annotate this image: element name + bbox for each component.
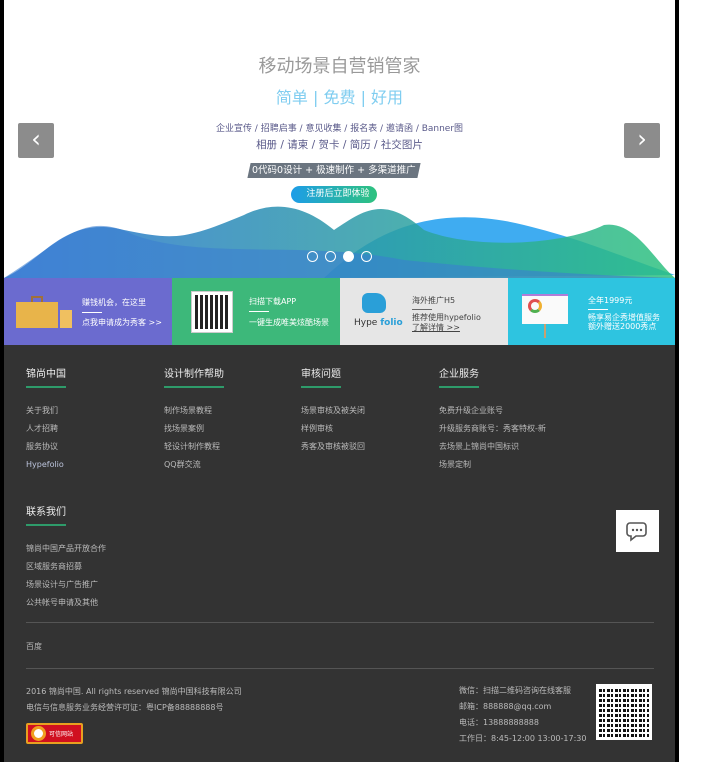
promo-card-title: 扫描下载APP (249, 297, 297, 306)
divider (249, 311, 269, 312)
hero-tagline: 简单 | 免费 | 好用 (275, 88, 404, 107)
footer-link[interactable]: 免费升级企业账号 (439, 402, 546, 420)
divider (588, 309, 608, 310)
footer-link[interactable]: 锦尚中国产品开放合作 (26, 540, 106, 558)
easel-leg-icon (544, 324, 546, 338)
chat-bubble-icon (625, 522, 647, 542)
footer-link[interactable]: 轻设计制作教程 (164, 438, 224, 456)
footer-link[interactable]: 公共帐号申请及其他 (26, 594, 106, 612)
trusted-site-badge[interactable]: 可信网站 (26, 723, 83, 744)
heading-underline (26, 386, 66, 388)
carousel-dot[interactable] (325, 251, 336, 262)
footer-link[interactable]: 场景设计与广告推广 (26, 576, 106, 594)
chat-button[interactable] (616, 510, 659, 552)
footer-column-enterprise: 企业服务 免费升级企业账号 升级服务商账号：秀客特权-新 去场景上锦尚中国标识 … (439, 365, 546, 474)
footer-column-contact: 联系我们 锦尚中国产品开放合作 区域服务商招募 场景设计与广告推广 公共帐号申请… (26, 503, 106, 612)
heading-underline (164, 386, 224, 388)
heading-underline (439, 386, 479, 388)
hero-title: 移动场景自营销管家 (258, 56, 421, 77)
footer-link[interactable]: 去场景上锦尚中国标识 (439, 438, 546, 456)
logo-text-hype: Hype (354, 318, 378, 328)
hero-types-line1: 企业宣传 / 招聘启事 / 意见收集 / 报名表 / 邀请函 / Banner图 (215, 124, 464, 134)
donut-chart-icon (528, 299, 542, 313)
footer-link[interactable]: 升级服务商账号：秀客特权-新 (439, 420, 546, 438)
promo-card-hypefolio[interactable]: Hype folio 海外推广H5 推荐使用hypefolio 了解详情 >> (340, 278, 508, 345)
divider (26, 668, 654, 669)
qr-pattern-icon (599, 687, 649, 737)
promo-card-vip[interactable]: 全年1999元 畅享易企秀增值服务 额外赠送2000秀点 (508, 278, 675, 345)
divider (82, 312, 102, 313)
heading-underline (26, 524, 66, 526)
footer-link[interactable]: 关于我们 (26, 402, 66, 420)
logo-text-folio: folio (380, 318, 403, 328)
register-cta-button[interactable]: 注册后立即体验 (291, 186, 377, 203)
coins-icon (60, 310, 72, 328)
wave-graphic (4, 206, 675, 278)
window-border-right (675, 0, 679, 762)
phone-info: 电话：13888888888 (459, 718, 539, 727)
icp-license: 电信与信息服务业务经营许可证：粤ICP备88888888号 (26, 703, 224, 712)
footer-link[interactable]: 场景定制 (439, 456, 546, 474)
promo-card-title: 全年1999元 (588, 296, 633, 305)
column-heading: 企业服务 (439, 369, 479, 380)
email-info: 邮箱：888888@qq.com (459, 702, 552, 711)
footer-link[interactable]: 秀客及审核被驳回 (301, 438, 365, 456)
footer-link[interactable]: 场景审核及被关闭 (301, 402, 365, 420)
briefcase-icon (16, 302, 58, 328)
column-heading: 联系我们 (26, 507, 66, 518)
hero-slogan: 0代码0设计 + 极速制作 + 多渠道推广 (247, 163, 421, 178)
carousel-prev-button[interactable]: ‹ (18, 123, 54, 158)
wechat-info: 微信：扫描二维码咨询在线客服 (459, 686, 571, 695)
promo-card-subtitle: 一键生成唯美炫酷场景 (249, 318, 329, 327)
copyright-text: 2016 锦尚中国. All rights reserved 锦尚中国科技有限公… (26, 687, 242, 696)
footer-link[interactable]: 找场景案例 (164, 420, 224, 438)
promo-card-partner[interactable]: 赚钱机会，在这里 点我申请成为秀客 >> (4, 278, 172, 345)
footer-link[interactable]: QQ群交流 (164, 456, 224, 474)
footer-link[interactable]: 人才招聘 (26, 420, 66, 438)
promo-card-link[interactable]: 了解详情 >> (412, 322, 460, 333)
badge-logo-icon (31, 726, 46, 741)
divider (412, 309, 432, 310)
carousel-indicators (307, 251, 372, 262)
working-hours: 工作日：8:45-12:00 13:00-17:30 (459, 734, 587, 743)
hero-slogan-text: 0代码0设计 + 极速制作 + 多渠道推广 (252, 165, 416, 176)
footer-link[interactable]: Hypefolio (26, 456, 66, 474)
heading-underline (301, 386, 341, 388)
promo-card-title: 海外推广H5 (412, 296, 456, 305)
promo-card-link[interactable]: 点我申请成为秀客 >> (82, 317, 162, 328)
hero-types-line2: 相册 / 请柬 / 贺卡 / 简历 / 社交图片 (256, 139, 423, 151)
qr-code-icon (191, 291, 233, 333)
hypefolio-logo: Hype folio (354, 318, 403, 328)
badge-text: 可信网站 (49, 731, 74, 738)
column-heading: 锦尚中国 (26, 369, 66, 380)
briefcase-handle-icon (31, 296, 43, 302)
hero-carousel: 移动场景自营销管家 简单 | 免费 | 好用 企业宣传 / 招聘启事 / 意见收… (4, 0, 675, 278)
promo-card-title: 赚钱机会，在这里 (82, 298, 146, 307)
friend-link[interactable]: 百度 (26, 641, 42, 652)
footer-column-company: 锦尚中国 关于我们 人才招聘 服务协议 Hypefolio (26, 365, 66, 474)
footer-column-review: 审核问题 场景审核及被关闭 样例审核 秀客及审核被驳回 (301, 365, 365, 456)
carousel-dot[interactable] (361, 251, 372, 262)
wechat-qr-code (596, 684, 652, 740)
footer-link[interactable]: 样例审核 (301, 420, 365, 438)
carousel-dot[interactable] (307, 251, 318, 262)
carousel-next-button[interactable]: › (624, 123, 660, 158)
divider (26, 622, 654, 623)
footer-link[interactable]: 制作场景教程 (164, 402, 224, 420)
column-heading: 设计制作帮助 (164, 369, 224, 380)
footer-link[interactable]: 服务协议 (26, 438, 66, 456)
footer-link[interactable]: 区域服务商招募 (26, 558, 106, 576)
footer: 锦尚中国 关于我们 人才招聘 服务协议 Hypefolio 设计制作帮助 制作场… (4, 345, 675, 762)
column-heading: 审核问题 (301, 369, 341, 380)
footer-column-help: 设计制作帮助 制作场景教程 找场景案例 轻设计制作教程 QQ群交流 (164, 365, 224, 474)
promo-card-subtitle-2: 额外赠送2000秀点 (588, 322, 657, 331)
bird-logo-icon (362, 293, 386, 313)
carousel-dot-active[interactable] (343, 251, 354, 262)
promo-card-app[interactable]: 扫描下载APP 一键生成唯美炫酷场景 (172, 278, 340, 345)
